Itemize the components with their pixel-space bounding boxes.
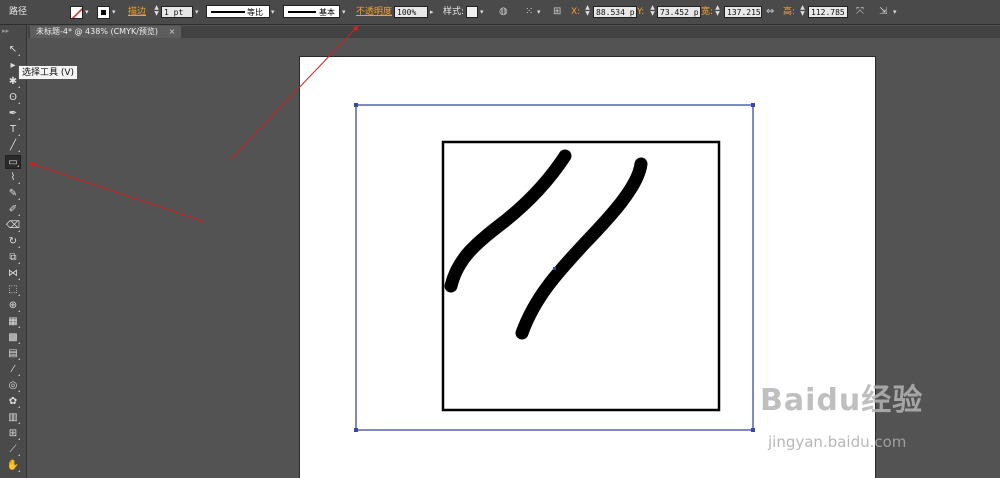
annotation-arrow-tool	[29, 161, 206, 223]
annotation-arrow-opacity	[229, 25, 359, 161]
tool-tooltip: 选择工具 (V)	[18, 65, 79, 80]
annotation-overlay	[29, 25, 359, 223]
